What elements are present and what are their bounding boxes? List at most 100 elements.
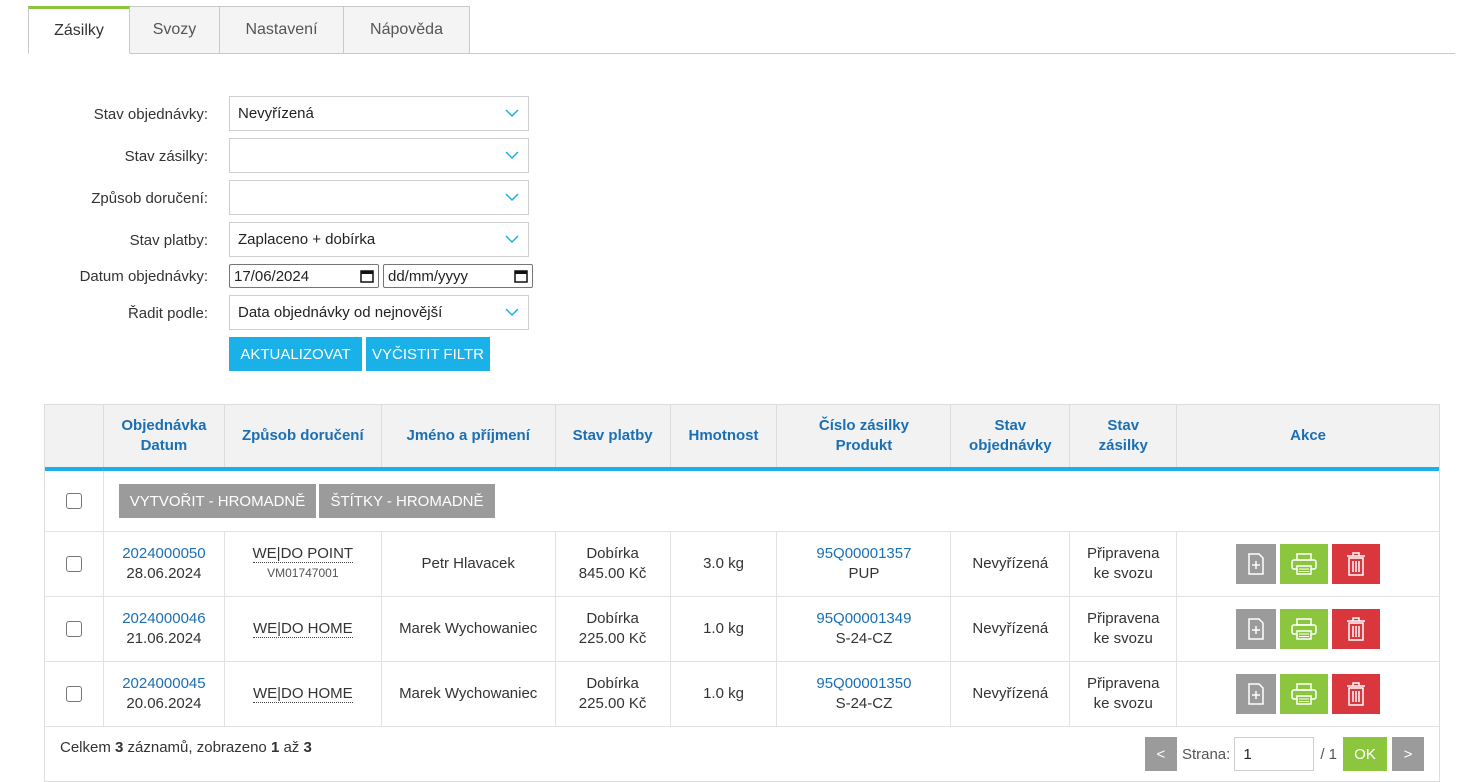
chevron-down-icon: [505, 193, 519, 202]
tab-zasilky[interactable]: Zásilky: [28, 6, 130, 54]
order-link[interactable]: 2024000046: [122, 609, 205, 629]
order-date-label: Datum objednávky:: [79, 268, 208, 285]
tab-napoveda[interactable]: Nápověda: [344, 6, 470, 54]
order-date-to-input[interactable]: dd/mm/yyyy: [383, 264, 533, 288]
order-cell: 2024000050 28.06.2024: [104, 532, 225, 596]
bulk-create-button[interactable]: VYTVOŘIT - HROMADNĚ: [119, 484, 316, 518]
order-state-cell: Nevyřízená: [951, 532, 1071, 596]
sort-by-select[interactable]: Data objednávky od nejnovější: [229, 295, 529, 330]
trash-icon[interactable]: [1332, 609, 1381, 649]
shipment-cell: 95Q00001357 PUP: [777, 532, 952, 596]
page-label: Strana:: [1181, 745, 1231, 763]
order-cell: 2024000046 21.06.2024: [104, 597, 225, 661]
delivery-method-label: Způsob doručení:: [91, 190, 208, 207]
delivery-cell: WE|DO POINT VM01747001: [225, 532, 382, 596]
header-weight[interactable]: Hmotnost: [671, 405, 778, 467]
weight-cell: 1.0 kg: [671, 662, 778, 726]
next-page-button[interactable]: >: [1392, 737, 1424, 771]
order-link[interactable]: 2024000045: [122, 674, 205, 694]
tab-nastaveni[interactable]: Nastavení: [220, 6, 344, 54]
shipment-state-label: Stav zásilky:: [124, 148, 208, 165]
order-state-cell: Nevyřízená: [951, 597, 1071, 661]
header-delivery[interactable]: Způsob doručení: [225, 405, 382, 467]
table-footer: Celkem 3 záznamů, zobrazeno 1 až 3 < Str…: [45, 727, 1439, 781]
order-state-value: Nevyřízená: [238, 105, 314, 122]
order-date-from-input[interactable]: 17/06/2024: [229, 264, 379, 288]
header-shipment[interactable]: Číslo zásilky Produkt: [777, 405, 952, 467]
delivery-method-select[interactable]: [229, 180, 529, 215]
chevron-down-icon: [505, 235, 519, 244]
calendar-icon: [514, 270, 528, 283]
tab-svozy[interactable]: Svozy: [130, 6, 220, 54]
order-link[interactable]: 2024000050: [122, 544, 205, 564]
order-date: 28.06.2024: [126, 565, 202, 582]
document-plus-icon[interactable]: [1236, 609, 1277, 649]
header-name[interactable]: Jméno a příjmení: [382, 405, 556, 467]
row-checkbox[interactable]: [65, 686, 82, 702]
clear-filter-button[interactable]: VYČISTIT FILTR: [366, 337, 490, 371]
shipment-state-select[interactable]: [229, 138, 529, 173]
shipment-cell: 95Q00001350 S-24-CZ: [777, 662, 952, 726]
printer-icon[interactable]: [1280, 544, 1329, 584]
payment-cell: Dobírka 845.00 Kč: [556, 532, 671, 596]
order-state-label: Stav objednávky:: [93, 106, 208, 123]
table-row: 2024000046 21.06.2024 WE|DO HOME Marek W…: [45, 597, 1439, 662]
shipment-state-cell: Připravena ke svozu: [1070, 597, 1178, 661]
delivery-method[interactable]: WE|DO POINT: [252, 545, 354, 563]
name-cell: Marek Wychowaniec: [382, 597, 556, 661]
delivery-point-id: VM01747001: [267, 566, 339, 580]
page-total: / 1: [1320, 745, 1337, 763]
printer-icon[interactable]: [1280, 609, 1329, 649]
weight-cell: 3.0 kg: [671, 532, 778, 596]
payment-state-label: Stav platby:: [129, 232, 208, 249]
payment-state-select[interactable]: Zaplaceno + dobírka: [229, 222, 529, 257]
order-state-cell: Nevyřízená: [951, 662, 1071, 726]
document-plus-icon[interactable]: [1236, 674, 1277, 714]
trash-icon[interactable]: [1332, 544, 1381, 584]
header-order-state[interactable]: Stav objednávky: [951, 405, 1071, 467]
shipment-link[interactable]: 95Q00001349: [816, 609, 911, 629]
payment-cell: Dobírka 225.00 Kč: [556, 597, 671, 661]
product: S-24-CZ: [835, 630, 893, 647]
header-select: [45, 405, 104, 467]
header-order[interactable]: Objednávka Datum: [104, 405, 225, 467]
row-checkbox[interactable]: [65, 556, 82, 572]
delivery-method[interactable]: WE|DO HOME: [252, 685, 353, 703]
name-cell: Petr Hlavacek: [382, 532, 556, 596]
update-button[interactable]: AKTUALIZOVAT: [229, 337, 362, 371]
header-shipment-state[interactable]: Stav zásilky: [1070, 405, 1178, 467]
header-actions: Akce: [1290, 427, 1327, 444]
bulk-actions-row: VYTVOŘIT - HROMADNĚ ŠTÍTKY - HROMADNĚ: [45, 471, 1439, 532]
product: S-24-CZ: [835, 695, 893, 712]
bulk-labels-button[interactable]: ŠTÍTKY - HROMADNĚ: [319, 484, 495, 518]
order-date: 21.06.2024: [126, 630, 202, 647]
go-page-button[interactable]: OK: [1343, 737, 1387, 771]
order-date-to-value: dd/mm/yyyy: [388, 267, 469, 285]
order-cell: 2024000045 20.06.2024: [104, 662, 225, 726]
printer-icon[interactable]: [1280, 674, 1329, 714]
actions-cell: [1177, 597, 1439, 661]
actions-cell: [1177, 532, 1439, 596]
order-date: 20.06.2024: [126, 695, 202, 712]
trash-icon[interactable]: [1332, 674, 1381, 714]
product: PUP: [848, 565, 880, 582]
header-payment[interactable]: Stav platby: [556, 405, 671, 467]
tab-bar: Zásilky Svozy Nastavení Nápověda: [28, 6, 470, 54]
select-all-checkbox[interactable]: [66, 493, 82, 509]
page-input[interactable]: 1: [1234, 737, 1315, 771]
delivery-method[interactable]: WE|DO HOME: [252, 620, 353, 638]
actions-cell: [1177, 662, 1439, 726]
order-state-select[interactable]: Nevyřízená: [229, 96, 529, 131]
document-plus-icon[interactable]: [1236, 544, 1277, 584]
chevron-down-icon: [505, 151, 519, 160]
sort-by-label: Řadit podle:: [127, 305, 208, 322]
row-checkbox[interactable]: [65, 621, 82, 637]
table-row: 2024000050 28.06.2024 WE|DO POINT VM0174…: [45, 532, 1439, 597]
name-cell: Marek Wychowaniec: [382, 662, 556, 726]
shipment-link[interactable]: 95Q00001357: [816, 544, 911, 564]
payment-cell: Dobírka 225.00 Kč: [556, 662, 671, 726]
delivery-cell: WE|DO HOME: [225, 662, 382, 726]
prev-page-button[interactable]: <: [1144, 737, 1177, 771]
records-summary: Celkem 3 záznamů, zobrazeno 1 až 3: [60, 739, 312, 756]
shipment-link[interactable]: 95Q00001350: [816, 674, 911, 694]
